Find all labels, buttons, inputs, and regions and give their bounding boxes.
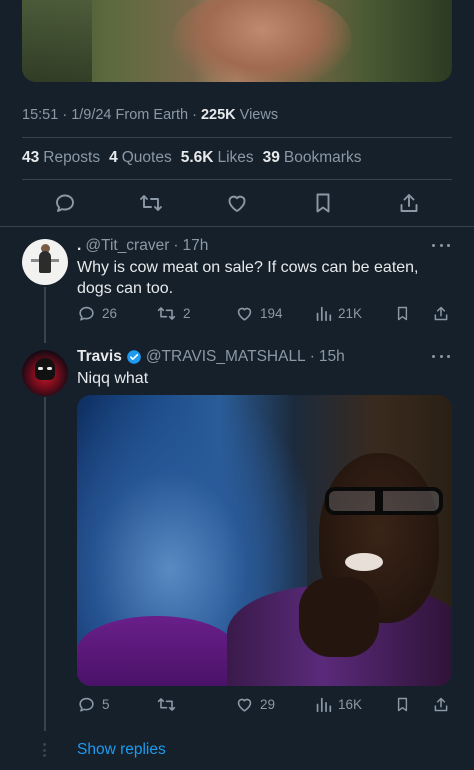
like-count: 29 (260, 696, 276, 712)
reply-icon[interactable] (51, 189, 79, 217)
avatar[interactable] (22, 239, 68, 285)
verified-icon (127, 350, 141, 364)
display-name[interactable]: . (77, 237, 81, 255)
post-date: 1/9/24 (71, 107, 112, 123)
display-name[interactable]: Travis (77, 348, 122, 366)
image-detail (299, 577, 379, 657)
reply-count: 26 (102, 305, 118, 321)
post-meta: 15:51 · 1/9/24 From Earth · 225K Views (22, 107, 279, 123)
quotes-stat[interactable]: 4 Quotes (109, 149, 172, 167)
avatar-detail (38, 367, 43, 370)
reply-age: 17h (182, 237, 209, 254)
divider (22, 179, 452, 180)
handle[interactable]: @TRAVIS_MATSHALL (146, 348, 306, 366)
like-count: 194 (260, 305, 283, 321)
post-stats: 43 Reposts 4 Quotes 5.6K Likes 39 Bookmarks (22, 149, 361, 167)
separator: · (173, 237, 179, 254)
image-detail (375, 487, 383, 515)
reply-button[interactable]: 26 (77, 302, 117, 324)
share-icon[interactable] (432, 302, 450, 324)
bookmark-icon[interactable] (394, 302, 411, 324)
post-source: From Earth (115, 107, 189, 123)
image-detail (345, 553, 383, 571)
reply-icon (79, 306, 94, 321)
view-count: 21K (338, 305, 363, 321)
repost-icon (157, 697, 176, 711)
bookmark-icon[interactable] (309, 189, 337, 217)
reply-header: Travis @TRAVIS_MATSHALL · 15h (77, 348, 345, 366)
repost-button[interactable] (156, 693, 183, 715)
reply-text: Why is cow meat on sale? If cows can be … (77, 259, 419, 297)
like-icon (237, 307, 252, 321)
show-replies-link[interactable]: Show replies (77, 741, 166, 759)
views-count: 225K (200, 107, 236, 123)
image-detail (22, 0, 92, 82)
like-button[interactable]: 194 (235, 302, 283, 324)
bookmarks-stat[interactable]: 39 Bookmarks (263, 149, 362, 167)
reply-button[interactable]: 5 (77, 693, 110, 715)
image-detail (172, 0, 352, 82)
repost-icon[interactable] (137, 189, 165, 217)
handle[interactable]: @Tit_craver (85, 237, 169, 255)
separator: · (309, 348, 315, 365)
thread-line (44, 287, 46, 343)
share-icon[interactable] (432, 693, 450, 715)
reply-count: 5 (102, 696, 110, 712)
views-button[interactable]: 16K (315, 693, 362, 715)
reply-actions: 26 2 194 21K (77, 302, 455, 324)
reply-header: . @Tit_craver · 17h (77, 237, 208, 255)
bookmark-icon[interactable] (394, 693, 411, 715)
repost-button[interactable]: 2 (156, 302, 191, 324)
views-icon (316, 306, 332, 321)
thread-line (44, 397, 46, 731)
post-image[interactable] (22, 0, 452, 82)
post-action-bar (0, 189, 474, 219)
reply-image[interactable] (77, 395, 452, 686)
image-detail (325, 487, 443, 515)
repost-count: 2 (183, 305, 191, 321)
reply-actions: 5 29 16K (77, 693, 455, 715)
post-time: 15:51 (22, 107, 59, 123)
likes-stat[interactable]: 5.6K Likes (181, 149, 254, 167)
views-button[interactable]: 21K (315, 302, 362, 324)
reply-icon (79, 697, 94, 712)
avatar-detail (39, 251, 51, 273)
like-icon (237, 698, 252, 712)
avatar-detail (47, 367, 52, 370)
repost-icon (157, 306, 176, 320)
like-button[interactable]: 29 (235, 693, 275, 715)
thread-dots (43, 743, 46, 757)
view-count: 16K (338, 696, 363, 712)
more-icon[interactable] (432, 242, 450, 248)
like-icon[interactable] (223, 189, 251, 217)
reposts-stat[interactable]: 43 Reposts (22, 149, 100, 167)
share-icon[interactable] (395, 189, 423, 217)
image-detail (77, 616, 237, 686)
divider (0, 226, 474, 227)
reply-age: 15h (318, 348, 345, 365)
views-icon (316, 697, 332, 712)
reply-text: Niqq what (77, 370, 149, 387)
views-label: Views (239, 107, 279, 123)
divider (22, 137, 452, 138)
avatar[interactable] (22, 350, 68, 396)
more-icon[interactable] (432, 353, 450, 359)
